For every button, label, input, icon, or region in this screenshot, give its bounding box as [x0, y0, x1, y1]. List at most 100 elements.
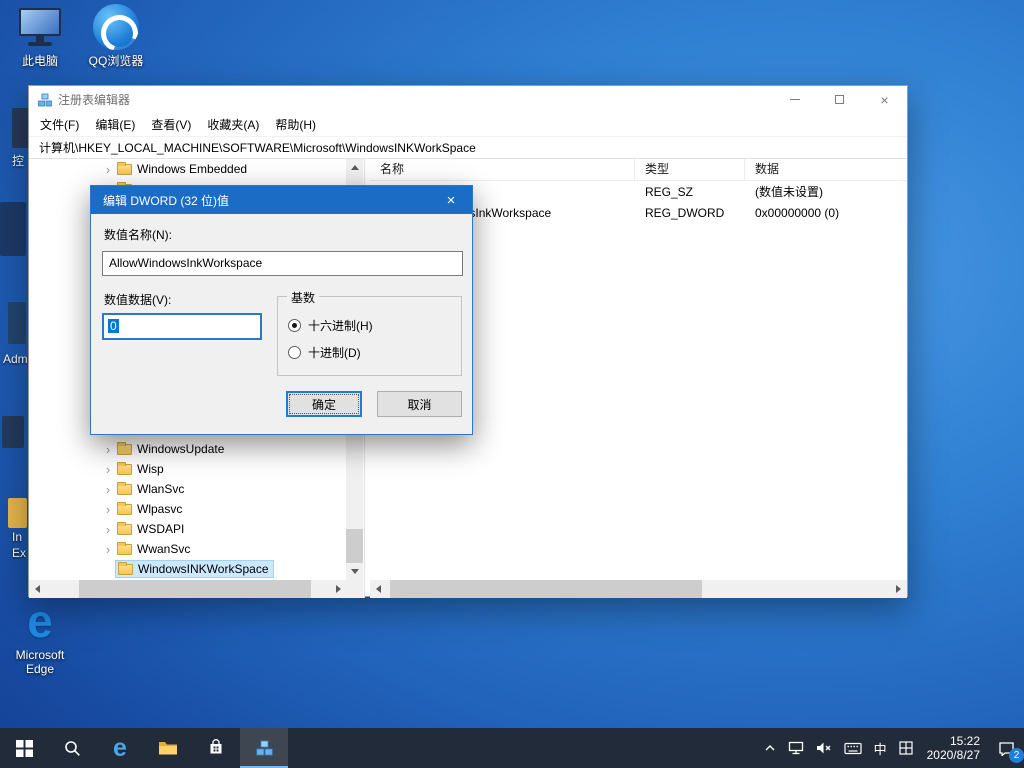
menu-favorites[interactable]: 收藏夹(A): [199, 116, 267, 133]
scroll-up-button[interactable]: [346, 159, 363, 176]
titlebar[interactable]: 注册表编辑器 ×: [29, 86, 907, 113]
scroll-left-button[interactable]: [370, 580, 387, 598]
edge-icon: e: [27, 595, 53, 647]
action-center-button[interactable]: 2: [988, 728, 1024, 768]
scroll-right-button[interactable]: [890, 580, 907, 598]
scrollbar-corner: [346, 580, 363, 598]
radio-decimal[interactable]: 十进制(D): [288, 345, 361, 360]
tray-expand-button[interactable]: [758, 728, 782, 768]
selected-text: 0: [108, 319, 119, 333]
chevron-right-icon[interactable]: ›: [101, 522, 115, 537]
close-button[interactable]: ×: [862, 86, 907, 113]
tree-item-label: Wisp: [137, 462, 164, 476]
taskbar-regedit-button-active[interactable]: [240, 728, 288, 768]
ime-indicator[interactable]: 中: [868, 728, 893, 768]
column-header-name[interactable]: 名称: [370, 159, 635, 180]
desktop-icon-fragment[interactable]: [12, 108, 28, 148]
tree-item-wwansvc[interactable]: › WwanSvc: [101, 539, 194, 559]
folder-icon: [159, 742, 177, 755]
tree-item-wisp[interactable]: › Wisp: [101, 459, 168, 479]
tree-horizontal-scrollbar[interactable]: [29, 580, 347, 598]
radio-selected-icon[interactable]: [288, 318, 301, 332]
search-icon: [64, 740, 80, 756]
value-name-input[interactable]: AllowWindowsInkWorkspace: [102, 251, 463, 276]
column-header-type[interactable]: 类型: [635, 159, 745, 180]
menu-help[interactable]: 帮助(H): [267, 116, 324, 133]
volume-muted-icon[interactable]: [810, 728, 838, 768]
value-name-label: 数值名称(N):: [104, 228, 172, 242]
folder-icon: [118, 561, 133, 575]
desktop-icon-fragment[interactable]: [0, 202, 26, 256]
desktop-icon-this-pc[interactable]: 此电脑: [8, 6, 72, 68]
scroll-thumb[interactable]: [79, 580, 311, 598]
desktop-icon-fragment[interactable]: [8, 498, 27, 528]
desktop-icon-fragment[interactable]: [2, 416, 24, 448]
selected-tree-item[interactable]: WindowsINKWorkSpace: [115, 560, 274, 578]
scroll-down-button[interactable]: [346, 563, 363, 580]
desktop-icon-fragment[interactable]: [8, 302, 26, 344]
value-type: REG_DWORD: [645, 205, 725, 220]
column-headers: 名称 类型 数据: [370, 159, 907, 181]
notification-badge: 2: [1009, 748, 1024, 763]
chevron-right-icon[interactable]: ›: [101, 502, 115, 517]
tree-item-label: WindowsUpdate: [137, 442, 225, 456]
menu-edit[interactable]: 编辑(E): [87, 116, 143, 133]
folder-icon: [117, 161, 132, 175]
chevron-right-icon[interactable]: ›: [101, 462, 115, 477]
taskbar-edge-button[interactable]: e: [96, 728, 144, 768]
ok-button[interactable]: 确定: [286, 391, 362, 417]
tree-item-windowsupdate[interactable]: › WindowsUpdate: [101, 439, 228, 459]
close-icon: ×: [880, 91, 889, 108]
scroll-thumb[interactable]: [346, 529, 363, 563]
value-data-input[interactable]: 0: [102, 313, 262, 340]
value-data: (数值未设置): [755, 185, 823, 199]
tree-item-label: WSDAPI: [137, 522, 185, 536]
address-bar[interactable]: 计算机\HKEY_LOCAL_MACHINE\SOFTWARE\Microsof…: [29, 136, 907, 159]
column-header-data[interactable]: 数据: [745, 159, 907, 180]
chevron-right-icon[interactable]: ›: [101, 482, 115, 497]
tree-item-label: Windows Embedded: [137, 162, 248, 176]
maximize-button[interactable]: [817, 86, 862, 113]
keyboard-icon: [843, 742, 862, 754]
dialog-close-button[interactable]: ×: [430, 186, 472, 214]
desktop-icon-qq-browser[interactable]: QQ浏览器: [84, 4, 148, 68]
scroll-thumb[interactable]: [390, 580, 702, 598]
cancel-button[interactable]: 取消: [377, 391, 462, 417]
start-button[interactable]: [0, 728, 48, 768]
scroll-left-button[interactable]: [29, 580, 46, 598]
minimize-button[interactable]: [772, 86, 817, 113]
desktop-icon-microsoft-edge[interactable]: e Microsoft Edge: [8, 598, 72, 676]
windows-logo-icon: [15, 739, 33, 757]
tree-item-label: Wlpasvc: [137, 502, 183, 516]
touch-keyboard-icon[interactable]: [838, 728, 868, 768]
base-groupbox: [277, 296, 462, 376]
ime-mode-icon[interactable]: [893, 728, 919, 768]
tree-item-wlpasvc[interactable]: › Wlpasvc: [101, 499, 186, 519]
chevron-right-icon[interactable]: ›: [101, 442, 115, 457]
search-button[interactable]: [48, 728, 96, 768]
tree-item-windowsinkworkspace[interactable]: WindowsINKWorkSpace: [101, 559, 274, 579]
radio-unselected-icon[interactable]: [288, 345, 301, 359]
list-horizontal-scrollbar[interactable]: [370, 580, 907, 598]
dialog-titlebar[interactable]: 编辑 DWORD (32 位)值 ×: [91, 186, 472, 214]
tree-item-windows-embedded[interactable]: › Windows Embedded: [101, 159, 251, 179]
chevron-right-icon[interactable]: ›: [101, 542, 115, 557]
scroll-right-button[interactable]: [330, 580, 347, 598]
file-explorer-button[interactable]: [144, 728, 192, 768]
menu-view[interactable]: 查看(V): [143, 116, 199, 133]
tray-date: 2020/8/27: [926, 748, 980, 762]
clock[interactable]: 15:22 2020/8/27: [919, 734, 988, 762]
value-data: 0x00000000 (0): [755, 205, 840, 220]
menubar: 文件(F) 编辑(E) 查看(V) 收藏夹(A) 帮助(H): [29, 113, 907, 136]
speaker-mute-icon: [816, 742, 831, 754]
radio-hexadecimal[interactable]: 十六进制(H): [288, 318, 373, 333]
tree-item-wsdapi[interactable]: › WSDAPI: [101, 519, 188, 539]
desktop-icon-label-fragment: Ex: [12, 546, 27, 560]
taskbar: e 中 15:22 2020/8/27 2: [0, 728, 1024, 768]
menu-file[interactable]: 文件(F): [32, 116, 87, 133]
tree-item-wlansvc[interactable]: › WlanSvc: [101, 479, 188, 499]
chevron-right-icon[interactable]: ›: [101, 162, 115, 177]
microsoft-store-button[interactable]: [192, 728, 240, 768]
network-status-icon[interactable]: [782, 728, 810, 768]
tree-item-label: WindowsINKWorkSpace: [138, 562, 269, 576]
